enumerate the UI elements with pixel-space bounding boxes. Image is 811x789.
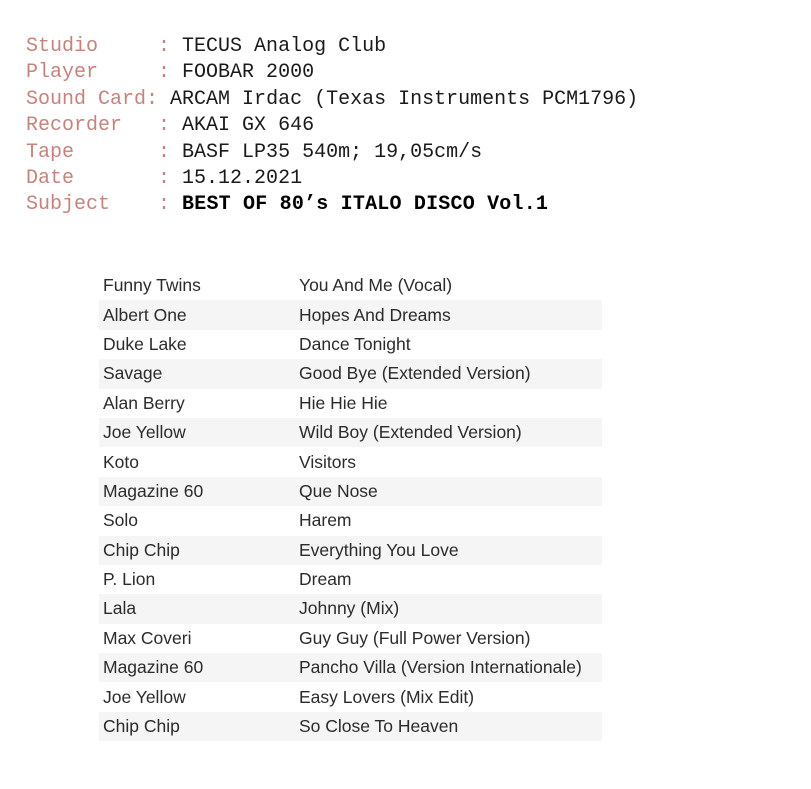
- info-separator: :: [158, 193, 183, 217]
- info-row: Tape : BASF LP35 540m; 19,05cm/s: [26, 140, 638, 166]
- info-label: Tape: [26, 140, 159, 164]
- info-separator: :: [146, 87, 171, 111]
- info-row: Subject : BEST OF 80’s ITALO DISCO Vol.1: [26, 192, 638, 218]
- track-row: Alan Berry Hie Hie Hie: [99, 389, 602, 418]
- track-artist: P. Lion: [103, 569, 156, 590]
- track-title: Johnny (Mix): [299, 598, 400, 619]
- info-row: Player : FOOBAR 2000: [26, 60, 638, 86]
- info-label: Date: [26, 167, 159, 191]
- track-artist: Savage: [103, 363, 163, 384]
- track-artist: Magazine 60: [103, 657, 204, 678]
- track-title: Good Bye (Extended Version): [299, 363, 531, 384]
- info-label: Subject: [26, 193, 159, 217]
- info-row: Sound Card: ARCAM Irdac (Texas Instrumen…: [26, 87, 638, 113]
- track-title: Dance Tonight: [299, 333, 411, 354]
- track-row: Chip Chip Everything You Love: [99, 535, 602, 565]
- tracklist-table: Funny Twins You And Me (Vocal) Albert One H…: [99, 271, 602, 742]
- track-title: Pancho Villa (Version Internationale): [299, 657, 582, 678]
- track-artist: Chip Chip: [103, 539, 180, 560]
- info-value: FOOBAR 2000: [182, 61, 315, 85]
- track-title: Visitors: [299, 451, 357, 472]
- track-row: Joe Yellow Easy Lovers (Mix Edit): [99, 682, 602, 711]
- info-label: Studio: [26, 35, 159, 58]
- track-artist: Lala: [103, 598, 137, 619]
- track-artist: Koto: [103, 451, 139, 472]
- recording-info-block: Studio : TECUS Analog Club Player : FOOBA…: [26, 34, 638, 219]
- info-value: 15.12.2021: [182, 167, 303, 191]
- track-title: Que Nose: [299, 480, 378, 501]
- track-title: So Close To Heaven: [299, 716, 459, 737]
- info-label: Sound Card: [26, 87, 147, 111]
- track-row: Duke Lake Dance Tonight: [99, 330, 602, 359]
- track-row: Koto Visitors: [99, 447, 602, 476]
- info-separator: :: [158, 167, 183, 191]
- track-title: Everything You Love: [299, 539, 459, 560]
- track-row: P. Lion Dream: [99, 565, 602, 594]
- track-artist: Solo: [103, 510, 139, 531]
- track-artist: Joe Yellow: [103, 422, 186, 443]
- track-row: Lala Johnny (Mix): [99, 594, 602, 624]
- track-title: Hie Hie Hie: [299, 392, 388, 413]
- track-artist: Duke Lake: [103, 333, 187, 354]
- track-artist: Chip Chip: [103, 716, 180, 737]
- track-row: Savage Good Bye (Extended Version): [99, 359, 602, 389]
- info-row: Date : 15.12.2021: [26, 166, 638, 192]
- info-value: BASF LP35 540m; 19,05cm/s: [182, 140, 483, 164]
- track-row: Funny Twins You And Me (Vocal): [99, 271, 602, 300]
- info-value: ARCAM Irdac (Texas Instruments PCM1796): [170, 87, 639, 111]
- track-title: Easy Lovers (Mix Edit): [299, 686, 475, 707]
- info-row: Recorder : AKAI GX 646: [26, 113, 638, 139]
- info-label: Recorder: [26, 114, 159, 138]
- track-title: Hopes And Dreams: [299, 304, 451, 325]
- track-row: Magazine 60 Pancho Villa (Version Interna…: [99, 653, 602, 683]
- track-artist: Funny Twins: [103, 275, 201, 296]
- track-row: Joe Yellow Wild Boy (Extended Version): [99, 417, 602, 448]
- track-row: Solo Harem: [99, 506, 602, 535]
- info-row: Studio : TECUS Analog Club: [26, 34, 638, 60]
- track-title: Guy Guy (Full Power Version): [299, 627, 531, 648]
- track-title: Harem: [299, 510, 352, 531]
- info-label: Player: [26, 61, 159, 85]
- info-separator: :: [158, 114, 183, 138]
- info-value: BEST OF 80’s ITALO DISCO Vol.1: [182, 193, 549, 217]
- track-row: Chip Chip So Close To Heaven: [99, 711, 602, 742]
- track-row: Albert One Hopes And Dreams: [99, 300, 602, 330]
- track-title: You And Me (Vocal): [299, 275, 453, 296]
- track-artist: Alan Berry: [103, 392, 185, 413]
- info-value: TECUS Analog Club: [182, 35, 387, 58]
- track-artist: Magazine 60: [103, 480, 204, 501]
- track-row: Magazine 60 Que Nose: [99, 476, 602, 507]
- track-artist: Albert One: [103, 304, 187, 325]
- info-value: AKAI GX 646: [182, 114, 315, 138]
- track-row: Max Coveri Guy Guy (Full Power Version): [99, 624, 602, 653]
- info-separator: :: [158, 61, 183, 85]
- track-artist: Max Coveri: [103, 627, 192, 648]
- info-separator: :: [158, 140, 183, 164]
- track-title: Wild Boy (Extended Version): [299, 422, 522, 443]
- track-title: Dream: [299, 569, 352, 590]
- track-artist: Joe Yellow: [103, 686, 186, 707]
- info-separator: :: [158, 35, 183, 58]
